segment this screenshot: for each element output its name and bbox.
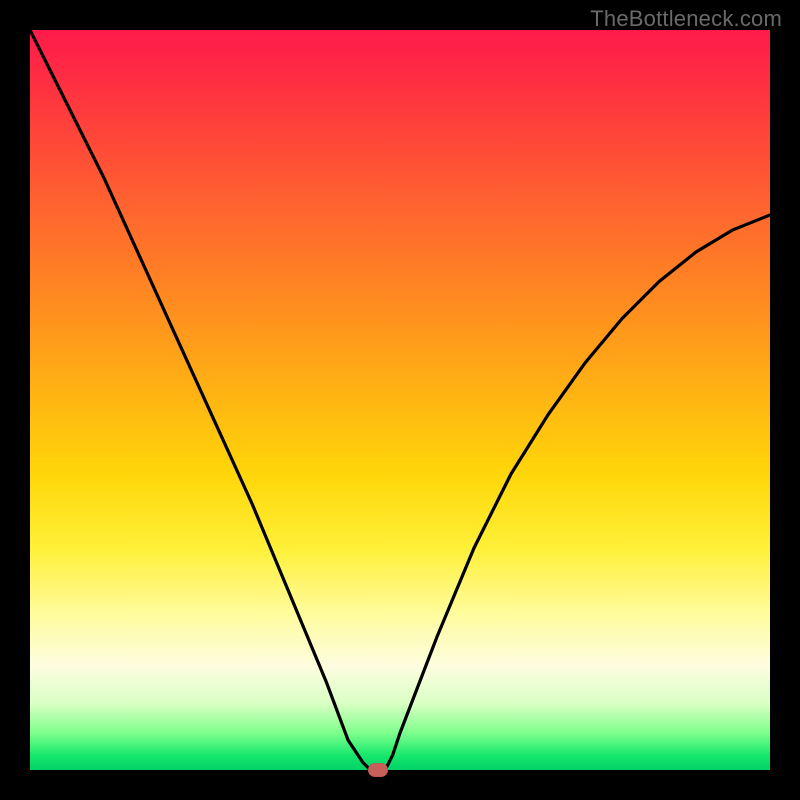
optimal-point-marker bbox=[368, 763, 388, 777]
watermark-text: TheBottleneck.com bbox=[590, 6, 782, 32]
curve-path bbox=[30, 30, 770, 770]
bottleneck-curve bbox=[30, 30, 770, 770]
chart-frame: TheBottleneck.com bbox=[0, 0, 800, 800]
plot-area bbox=[30, 30, 770, 770]
